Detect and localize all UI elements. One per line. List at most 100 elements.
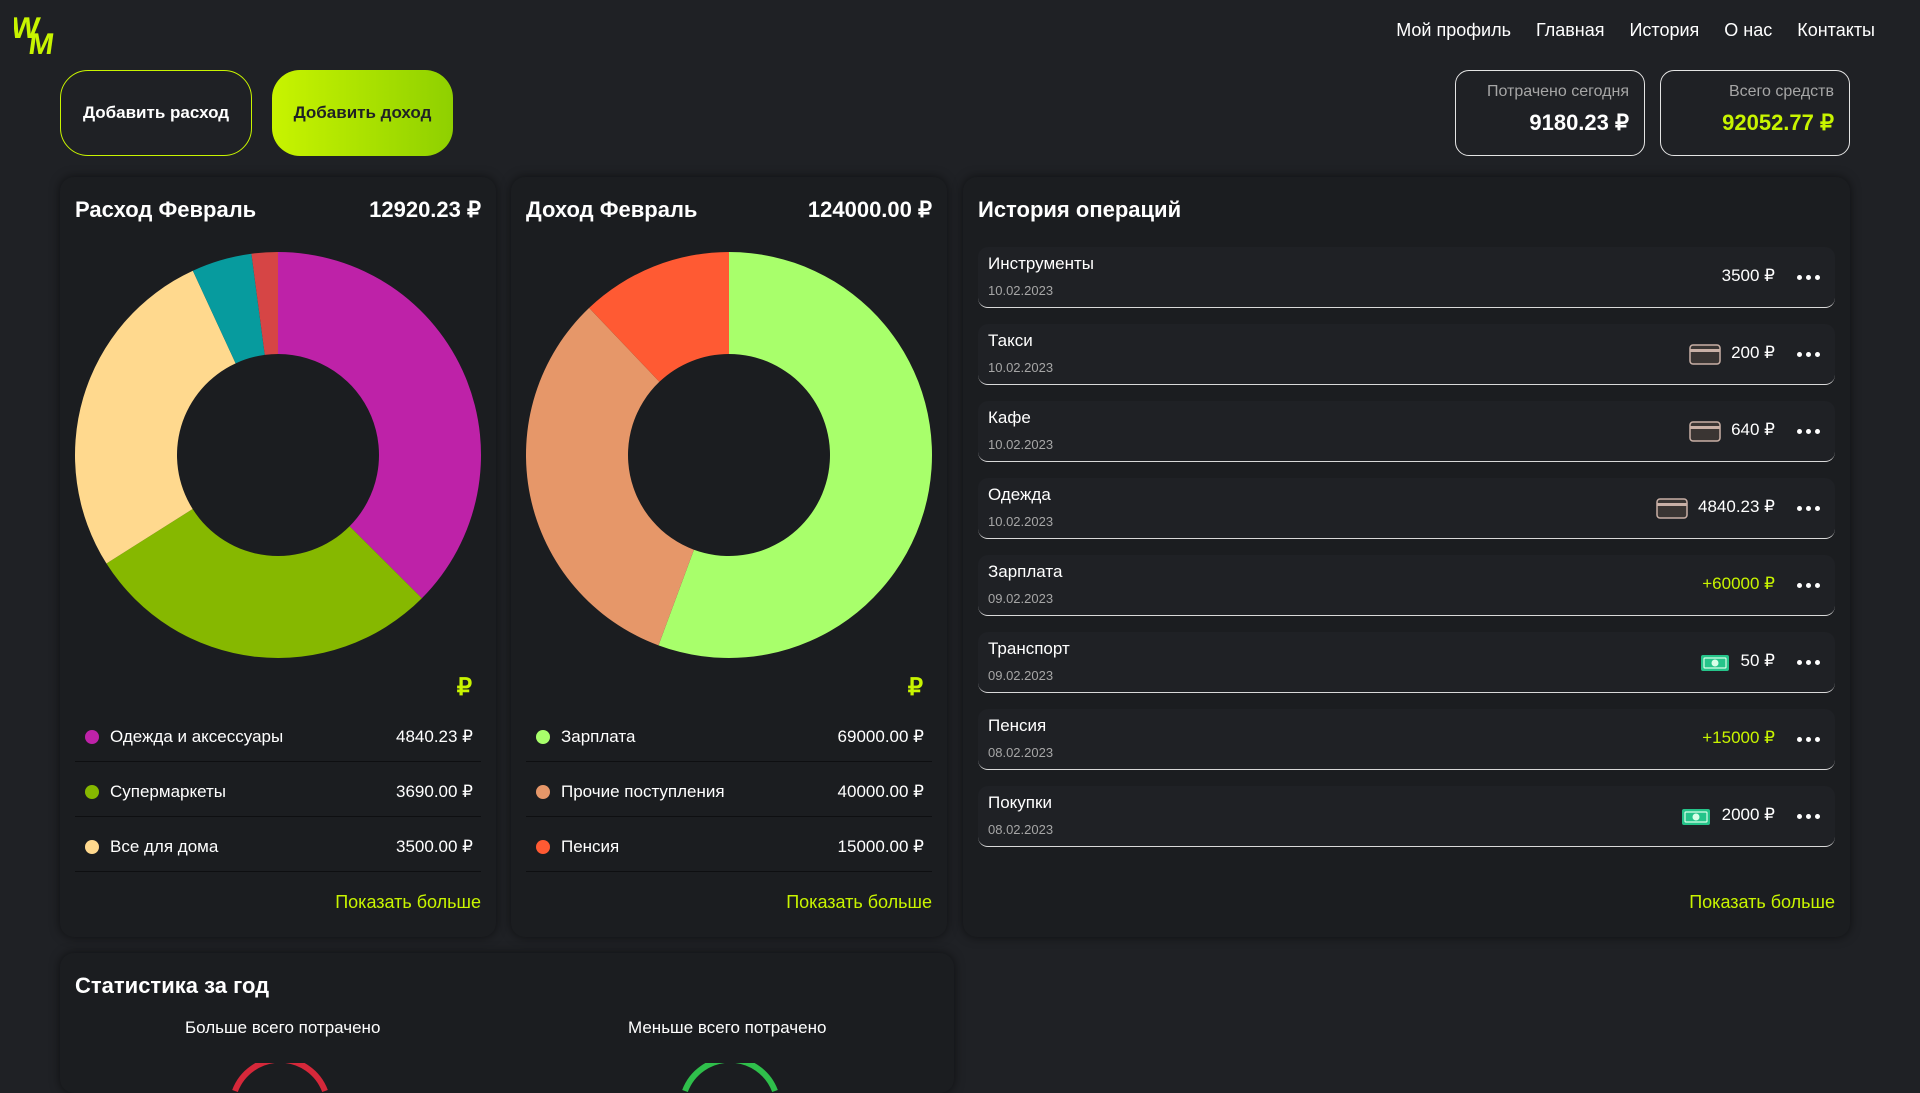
more-options-icon[interactable]	[1797, 267, 1823, 287]
income-legend: Зарплата 69000.00 ₽ Прочие поступления 4…	[526, 707, 932, 872]
history-item-name: Инструменты	[988, 254, 1095, 273]
donut-slice[interactable]	[278, 252, 481, 599]
total-funds-label: Всего средств	[1728, 83, 1834, 100]
history-row[interactable]: Одежда 10.02.2023 4840.23 ₽	[978, 478, 1835, 539]
legend-name: Одежда и аксессуары	[110, 727, 284, 746]
legend-name: Супермаркеты	[110, 782, 227, 801]
history-title: История операций	[978, 197, 1182, 222]
history-item-date: 09.02.2023	[988, 668, 1054, 683]
history-item-amount: 2000 ₽	[1721, 805, 1775, 824]
history-item-date: 08.02.2023	[988, 745, 1054, 760]
history-show-more-link[interactable]: Показать больше	[1689, 892, 1835, 913]
more-options-icon[interactable]	[1797, 652, 1823, 672]
year-stats-card: Статистика за год Больше всего потрачено…	[60, 953, 954, 1093]
legend-name: Пенсия	[561, 837, 620, 856]
most-spent-label: Больше всего потрачено	[185, 1018, 381, 1037]
bank-card-icon	[1689, 421, 1721, 442]
history-item-name: Пенсия	[988, 716, 1047, 735]
year-stats-title: Статистика за год	[75, 973, 270, 998]
history-row[interactable]: Транспорт 09.02.2023 50 ₽	[978, 632, 1835, 693]
expense-donut-chart[interactable]	[60, 247, 496, 667]
expense-legend: Одежда и аксессуары 4840.23 ₽ Супермарке…	[75, 707, 481, 872]
expense-total: 12920.23 ₽	[369, 197, 481, 222]
history-item-date: 10.02.2023	[988, 360, 1054, 375]
bank-card-icon	[1656, 498, 1688, 519]
expense-card: Расход Февраль 12920.23 ₽ ₽ Одежда и акс…	[60, 177, 496, 937]
nav-history[interactable]: История	[1629, 20, 1699, 41]
legend-name: Зарплата	[561, 727, 636, 746]
nav-about[interactable]: О нас	[1724, 20, 1772, 41]
more-options-icon[interactable]	[1797, 344, 1823, 364]
history-item-name: Зарплата	[988, 562, 1063, 581]
legend-item[interactable]: Одежда и аксессуары 4840.23 ₽	[75, 707, 481, 762]
history-item-name: Одежда	[988, 485, 1051, 504]
history-item-date: 09.02.2023	[988, 591, 1054, 606]
wm-logo[interactable]: W M	[14, 8, 70, 56]
history-row[interactable]: Кафе 10.02.2023 640 ₽	[978, 401, 1835, 462]
nav-home[interactable]: Главная	[1536, 20, 1605, 41]
legend-item[interactable]: Все для дома 3500.00 ₽	[75, 817, 481, 872]
more-options-icon[interactable]	[1797, 729, 1823, 749]
history-item-name: Такси	[988, 331, 1033, 350]
history-item-date: 10.02.2023	[988, 514, 1054, 529]
history-row[interactable]: Инструменты 10.02.2023 3500 ₽	[978, 247, 1835, 308]
bank-card-icon	[1689, 344, 1721, 365]
add-expense-button[interactable]: Добавить расход	[60, 70, 252, 156]
legend-name: Прочие поступления	[561, 782, 725, 801]
history-item-date: 10.02.2023	[988, 437, 1054, 452]
spent-today-value: 9180.23 ₽	[1529, 110, 1629, 135]
history-item-date: 10.02.2023	[988, 283, 1054, 298]
history-item-amount: 50 ₽	[1740, 651, 1775, 670]
history-item-amount: 3500 ₽	[1721, 266, 1775, 285]
history-card: История операций Инструменты 10.02.2023 35…	[963, 177, 1850, 937]
legend-name: Все для дома	[110, 837, 219, 856]
history-row[interactable]: Такси 10.02.2023 200 ₽	[978, 324, 1835, 385]
legend-item[interactable]: Пенсия 15000.00 ₽	[526, 817, 932, 872]
more-options-icon[interactable]	[1797, 498, 1823, 518]
history-item-amount: 200 ₽	[1731, 343, 1775, 362]
legend-amount: 15000.00 ₽	[837, 837, 924, 856]
donut-slice[interactable]	[75, 270, 236, 564]
history-list: Инструменты 10.02.2023 3500 ₽ Такси 10.02.20…	[978, 247, 1835, 863]
income-title: Доход Февраль	[526, 197, 698, 222]
add-income-button[interactable]: Добавить доход	[272, 70, 453, 156]
history-item-date: 08.02.2023	[988, 822, 1054, 837]
more-options-icon[interactable]	[1797, 421, 1823, 441]
history-row[interactable]: Зарплата 09.02.2023 +60000 ₽	[978, 555, 1835, 616]
history-item-amount: +60000 ₽	[1702, 574, 1775, 593]
least-spent-ring	[682, 1063, 778, 1093]
history-item-amount: 4840.23 ₽	[1698, 497, 1775, 516]
income-card: Доход Февраль 124000.00 ₽ ₽ Зарплата 690…	[511, 177, 947, 937]
spent-today-box: Потрачено сегодня 9180.23 ₽	[1455, 70, 1645, 156]
history-row[interactable]: Покупки 08.02.2023 2000 ₽	[978, 786, 1835, 847]
legend-dot	[536, 730, 550, 744]
legend-item[interactable]: Прочие поступления 40000.00 ₽	[526, 762, 932, 817]
history-item-amount: 640 ₽	[1731, 420, 1775, 439]
income-show-more-link[interactable]: Показать больше	[786, 892, 932, 913]
legend-dot	[85, 840, 99, 854]
legend-item[interactable]: Супермаркеты 3690.00 ₽	[75, 762, 481, 817]
nav-contacts[interactable]: Контакты	[1797, 20, 1875, 41]
history-item-name: Кафе	[988, 408, 1031, 427]
top-nav: Мой профиль Главная История О нас Контак…	[1396, 20, 1875, 41]
total-funds-box: Всего средств 92052.77 ₽	[1660, 70, 1850, 156]
ruble-icon: ₽	[456, 674, 472, 701]
nav-profile[interactable]: Мой профиль	[1396, 20, 1511, 41]
spent-today-label: Потрачено сегодня	[1487, 83, 1629, 100]
cash-icon	[1700, 655, 1729, 671]
ruble-icon: ₽	[907, 674, 923, 701]
income-donut-chart[interactable]	[511, 247, 947, 667]
legend-dot	[85, 730, 99, 744]
history-row[interactable]: Пенсия 08.02.2023 +15000 ₽	[978, 709, 1835, 770]
more-options-icon[interactable]	[1797, 806, 1823, 826]
legend-dot	[85, 785, 99, 799]
cash-icon	[1681, 809, 1710, 825]
legend-amount: 3690.00 ₽	[396, 782, 473, 801]
legend-item[interactable]: Зарплата 69000.00 ₽	[526, 707, 932, 762]
more-options-icon[interactable]	[1797, 575, 1823, 595]
expense-show-more-link[interactable]: Показать больше	[335, 892, 481, 913]
legend-amount: 40000.00 ₽	[837, 782, 924, 801]
history-item-name: Транспорт	[988, 639, 1070, 658]
income-total: 124000.00 ₽	[807, 197, 932, 222]
most-spent-ring	[232, 1063, 328, 1093]
